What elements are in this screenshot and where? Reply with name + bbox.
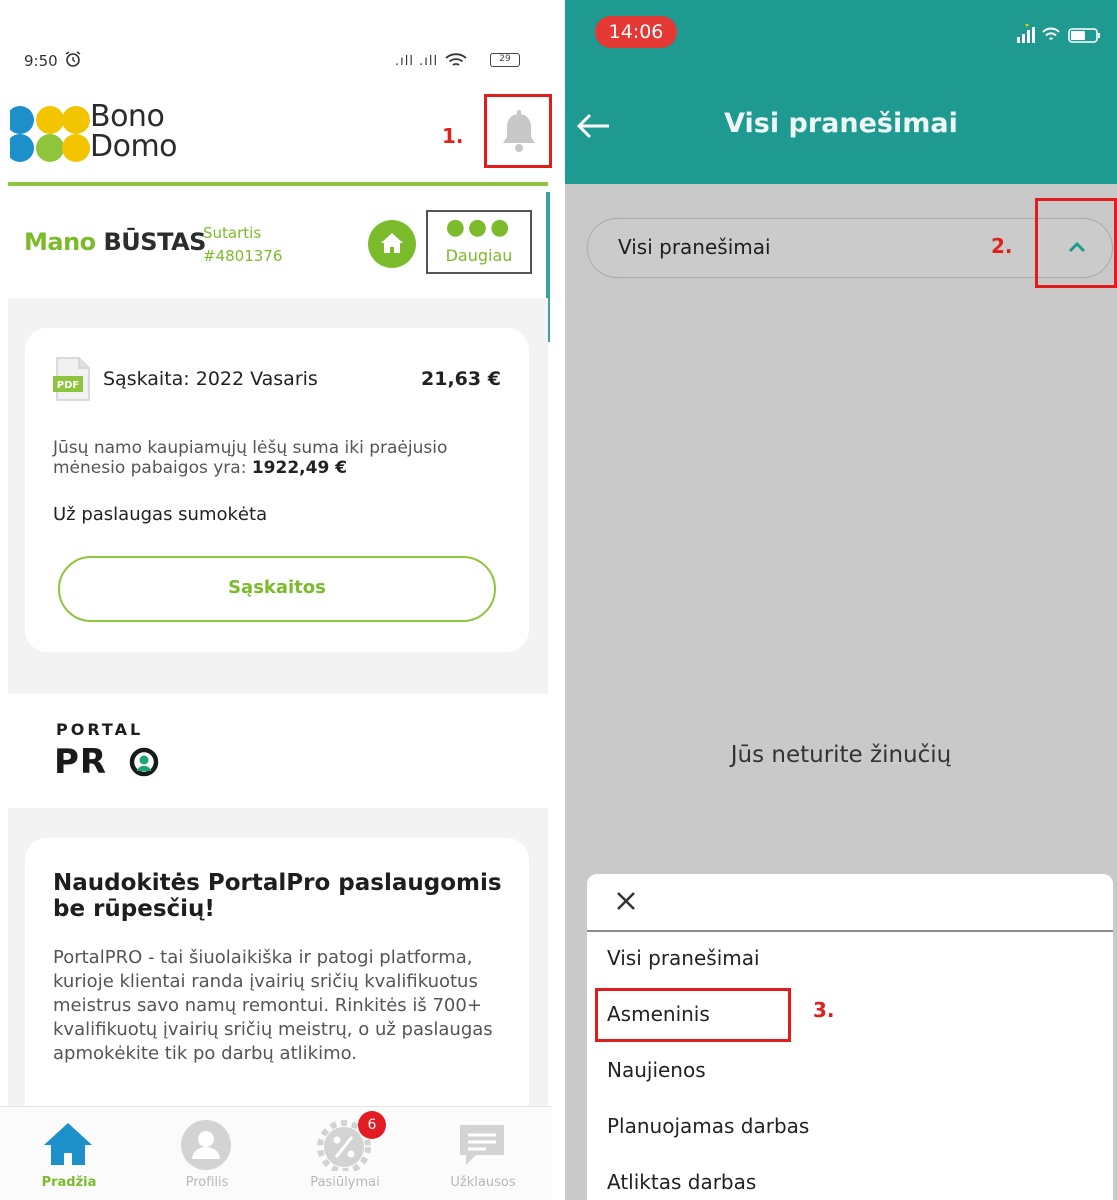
bono-domo-logo [6,104,90,164]
message-icon [460,1125,504,1165]
option-news[interactable]: Naujienos [607,1058,706,1082]
promo-card: Naudokitės PortalPro paslaugomis be rūpe… [25,838,529,1108]
app-header: 14:06 Visi pranešimai [565,0,1117,184]
annotation-1: 1. [442,124,464,148]
dots-icon: ●●● [445,215,513,240]
nav-offers[interactable]: 6 Pasiūlymai [276,1107,414,1200]
savings-text: Jūsų namo kaupiamųjų lėšų suma iki praėj… [53,438,448,478]
portal-pro-logo-icon [128,746,160,782]
option-completed-work[interactable]: Atliktas darbas [607,1170,756,1194]
invoice-amount: 21,63 € [421,368,501,390]
nav-offers-label: Pasiūlymai [310,1175,380,1190]
left-phone-screen: 9:50 .ıll .ıll 29 Bono Domo 1. Mano BŪST… [0,0,552,1200]
notification-bell-icon[interactable] [500,110,538,158]
annotation-box-3 [595,988,791,1042]
sheet-divider [587,930,1113,932]
payment-status: Už paslaugas sumokėta [53,504,268,525]
section-title: Mano BŪSTAS [24,228,206,256]
invoice-card: PDF Sąskaita: 2022 Vasaris 21,63 € Jūsų … [25,328,529,652]
nav-requests[interactable]: Užklausos [414,1107,552,1200]
bottom-navigation: Pradžia Profilis 6 Pasiūlymai Užklausos [0,1106,552,1200]
savings-amount: 1922,49 € [251,458,348,478]
portal-logo-pro: PR [54,742,108,782]
portal-logo-small: PORTAL [56,720,144,739]
logo-text: Bono Domo [90,99,178,164]
annotation-2: 2. [991,234,1013,258]
status-time: 9:50 [24,52,58,70]
annotation-3: 3. [813,998,835,1022]
nav-profile-label: Profilis [185,1175,229,1190]
filter-selected-value: Visi pranešimai [618,235,771,259]
house-icon [381,233,403,253]
close-icon[interactable] [615,890,637,916]
pdf-icon: PDF [53,356,91,406]
status-time: 14:06 [595,16,677,48]
page-title: Visi pranešimai [724,108,958,139]
signal-icon: .ıll .ıll [395,52,467,69]
contract-info: Sutartis #4801376 [203,224,283,265]
option-planned-work[interactable]: Planuojamas darbas [607,1114,809,1138]
invoice-title: Sąskaita: 2022 Vasaris [103,368,318,390]
nav-home[interactable]: Pradžia [0,1107,138,1200]
option-all-notifications[interactable]: Visi pranešimai [607,946,760,970]
promo-body: PortalPRO - tai šiuolaikiška ir patogi p… [53,947,493,1064]
alarm-icon [64,50,82,72]
nav-profile[interactable]: Profilis [138,1107,276,1200]
invoices-button[interactable]: Sąskaitos [58,556,496,622]
svg-text:PDF: PDF [57,380,79,391]
home-icon [44,1123,92,1165]
header-divider [8,182,548,186]
nav-requests-label: Užklausos [450,1175,516,1190]
offers-badge: 6 [358,1111,386,1139]
home-button[interactable] [368,220,416,268]
battery-icon: 29 [490,53,520,67]
more-label: Daugiau [445,246,513,265]
profile-icon [181,1120,231,1170]
status-bar: 9:50 .ıll .ıll 29 [0,0,552,90]
status-icons [1015,23,1105,50]
right-phone-screen: 14:06 Visi pranešimai Visi pranešimai 2.… [565,0,1117,1200]
empty-state-message: Jūs neturite žinučių [730,742,952,768]
more-button[interactable]: ●●● Daugiau [426,210,532,274]
annotation-box-2 [1035,198,1117,288]
nav-home-label: Pradžia [41,1175,97,1190]
promo-title: Naudokitės PortalPro paslaugomis be rūpe… [53,870,502,922]
